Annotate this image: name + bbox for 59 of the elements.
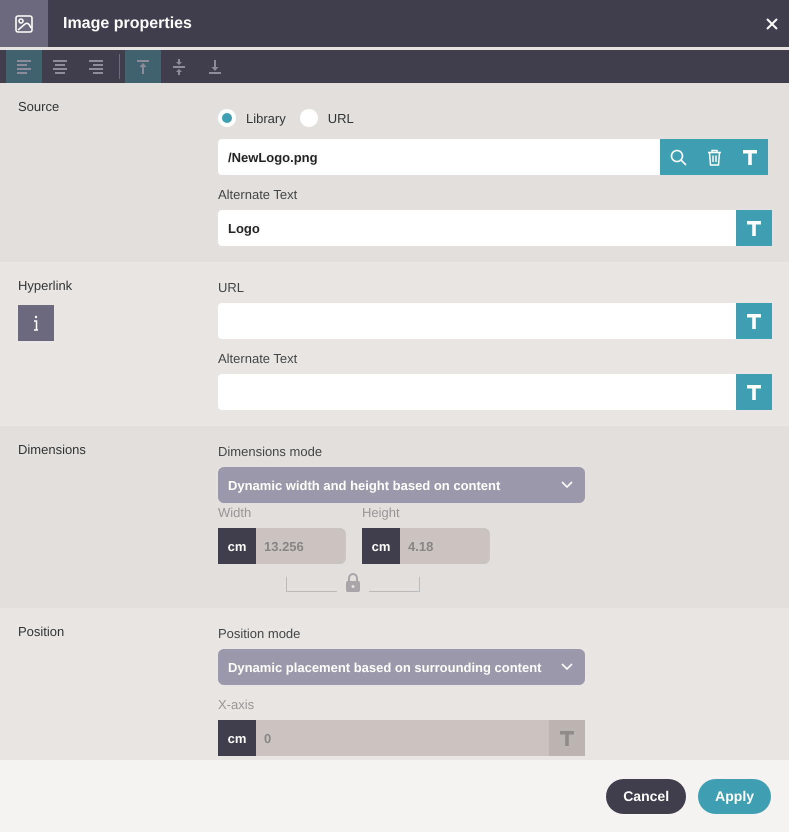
unit-label: cm	[218, 528, 256, 564]
text-button[interactable]	[732, 139, 768, 175]
section-label: Position	[18, 624, 64, 639]
field-label: Position mode	[218, 626, 300, 641]
close-icon[interactable]	[765, 16, 779, 30]
radio-button[interactable]	[218, 109, 236, 127]
text-icon	[747, 314, 761, 328]
section-label: Hyperlink	[18, 278, 72, 293]
info-icon	[33, 315, 39, 331]
align-bottom-icon	[207, 58, 223, 74]
alt-text-field[interactable]: Logo	[218, 210, 772, 246]
text-button[interactable]	[736, 374, 772, 410]
path-field[interactable]: /NewLogo.png	[218, 139, 768, 175]
radio-label[interactable]: URL	[328, 110, 354, 126]
radio-button[interactable]	[300, 109, 318, 127]
field-label: Alternate Text	[218, 351, 298, 366]
window-title: Image properties	[63, 14, 193, 32]
align-center-icon	[52, 60, 68, 74]
unit-label: cm	[218, 720, 256, 756]
search-icon	[670, 148, 686, 166]
field-label: X-axis	[218, 697, 254, 712]
field-label: Alternate Text	[218, 187, 298, 202]
url-field[interactable]	[218, 303, 772, 339]
info-button[interactable]	[18, 305, 54, 341]
field-value: /NewLogo.png	[227, 150, 319, 164]
align-middle-icon	[171, 58, 187, 76]
chevron-icon	[561, 481, 573, 489]
align-right-icon	[88, 60, 104, 74]
link-bracket	[286, 577, 337, 592]
trash-icon	[706, 148, 722, 166]
field-label: Height	[362, 505, 400, 520]
align-left-icon	[16, 60, 32, 74]
link-bracket	[369, 577, 420, 592]
image-icon	[0, 0, 48, 47]
alt-text-field[interactable]	[218, 374, 772, 410]
align-left-button[interactable]	[6, 50, 42, 83]
text-button[interactable]	[736, 303, 772, 339]
text-icon	[743, 150, 757, 164]
field-label: Width	[218, 505, 252, 520]
field-value: Logo	[227, 220, 261, 236]
field-label: URL	[218, 280, 244, 295]
section-label: Dimensions	[18, 442, 86, 457]
field-label: Dimensions mode	[218, 444, 322, 459]
section-label: Source	[18, 99, 60, 114]
field-value: 13.256	[263, 538, 305, 556]
valign-top-button[interactable]	[125, 50, 161, 83]
align-top-icon	[135, 58, 151, 74]
unit-label: cm	[362, 528, 400, 564]
field-value: 0	[263, 730, 272, 748]
text-button[interactable]	[736, 210, 772, 246]
field-value: 4.18	[407, 538, 434, 556]
search-button[interactable]	[660, 139, 696, 175]
text-icon	[747, 220, 761, 236]
lock-icon[interactable]	[345, 572, 361, 592]
text-icon	[560, 730, 574, 746]
radio-label[interactable]: Library	[246, 110, 286, 126]
cancel-button[interactable]: Cancel	[606, 778, 686, 814]
chevron-icon	[561, 663, 573, 671]
text-icon	[747, 384, 761, 400]
